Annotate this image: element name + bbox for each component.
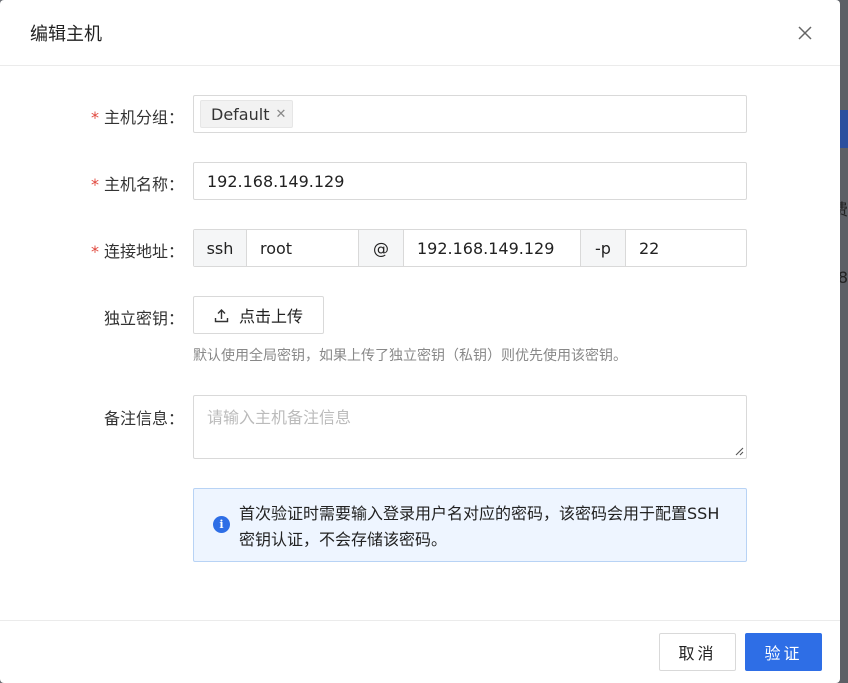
required-mark: *	[90, 108, 99, 127]
username-input[interactable]: root	[247, 230, 359, 266]
form-row-alert: i 首次验证时需要输入登录用户名对应的密码，该密码会用于配置SSH密钥认证，不会…	[0, 488, 840, 562]
key-control: 点击上传 默认使用全局密钥，如果上传了独立密钥（私钥）则优先使用该密钥。	[193, 296, 747, 365]
dialog-title: 编辑主机	[30, 24, 102, 45]
required-mark: *	[90, 242, 99, 261]
note-textarea[interactable]	[193, 395, 747, 459]
note-control	[193, 395, 747, 459]
close-icon	[798, 26, 812, 40]
resize-handle-icon[interactable]	[734, 446, 744, 456]
upload-icon	[214, 308, 229, 323]
alert-text: 首次验证时需要输入登录用户名对应的密码，该密码会用于配置SSH密钥认证，不会存储…	[239, 504, 720, 549]
group-select[interactable]: Default ✕	[193, 95, 747, 133]
required-mark: *	[90, 175, 99, 194]
group-tag: Default ✕	[200, 100, 294, 128]
protocol-addon: ssh	[194, 230, 247, 266]
at-addon: @	[359, 230, 404, 266]
edit-host-dialog: 编辑主机 * 主机分组： Default ✕ * 主机名称： 192.168.149…	[0, 0, 840, 683]
form-label-group: * 主机分组：	[90, 108, 184, 127]
port-input[interactable]: 22	[626, 230, 746, 266]
form-label-key: 独立密钥：	[103, 309, 184, 328]
form-label-note: 备注信息：	[103, 409, 184, 428]
cancel-button[interactable]: 取消	[659, 633, 736, 671]
upload-button[interactable]: 点击上传	[193, 296, 324, 334]
group-tag-label: Default	[211, 104, 270, 124]
port-addon: -p	[581, 230, 626, 266]
upload-button-label: 点击上传	[238, 307, 303, 326]
host-name-value: 192.168.149.129	[207, 171, 345, 191]
tag-close-icon[interactable]: ✕	[275, 107, 286, 122]
verify-button[interactable]: 验证	[745, 633, 822, 671]
info-icon: i	[213, 516, 230, 533]
host-name-input[interactable]: 192.168.149.129	[193, 162, 747, 200]
info-alert: i 首次验证时需要输入登录用户名对应的密码，该密码会用于配置SSH密钥认证，不会…	[193, 488, 747, 562]
form-label-name: * 主机名称：	[90, 175, 184, 194]
form-label-address: * 连接地址：	[90, 242, 184, 261]
dialog-header: 编辑主机	[0, 0, 840, 66]
hostname-input[interactable]: 192.168.149.129	[404, 230, 581, 266]
dialog-footer: 取消 验证	[0, 620, 840, 683]
background-highlight	[840, 110, 848, 148]
address-input-group: ssh root @ 192.168.149.129 -p 22	[193, 229, 747, 267]
key-hint: 默认使用全局密钥，如果上传了独立密钥（私钥）则优先使用该密钥。	[193, 348, 627, 364]
close-button[interactable]	[792, 20, 818, 46]
